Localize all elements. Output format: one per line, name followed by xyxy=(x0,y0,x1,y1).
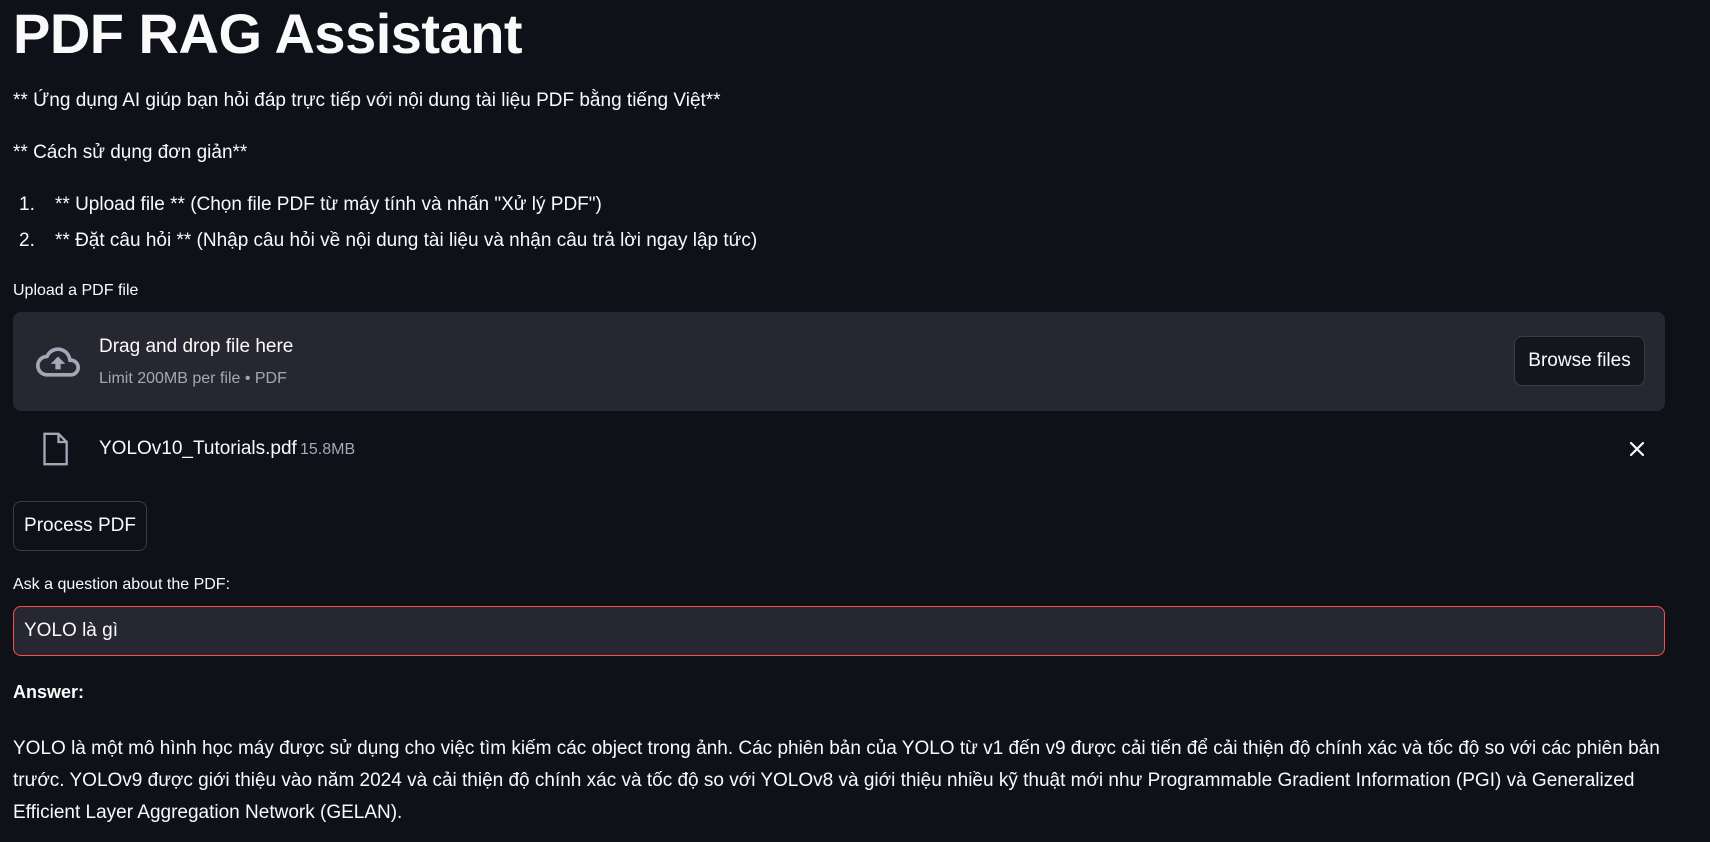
file-icon xyxy=(43,432,68,466)
list-item-text: ** Upload file ** (Chọn file PDF từ máy … xyxy=(55,194,602,215)
list-item: 2. ** Đặt câu hỏi ** (Nhập câu hỏi về nộ… xyxy=(13,229,757,265)
uploaded-file-size: 15.8MB xyxy=(300,441,356,458)
list-item: 1. ** Upload file ** (Chọn file PDF từ m… xyxy=(13,193,757,229)
process-pdf-button[interactable]: Process PDF xyxy=(13,501,147,551)
intro-description: ** Ứng dụng AI giúp bạn hỏi đáp trực tiế… xyxy=(13,90,721,111)
uploaded-file-name: YOLOv10_Tutorials.pdf xyxy=(99,438,297,459)
list-item-number: 2. xyxy=(19,230,35,251)
dropzone-limit-text: Limit 200MB per file • PDF xyxy=(99,370,287,387)
main-container: PDF RAG Assistant ** Ứng dụng AI giúp bạ… xyxy=(0,0,1691,823)
cloud-upload-icon xyxy=(36,347,80,377)
list-item-number: 1. xyxy=(19,194,35,215)
answer-heading: Answer: xyxy=(13,682,85,702)
file-dropzone[interactable]: Drag and drop file here Limit 200MB per … xyxy=(13,312,1665,411)
instructions-list: 1. ** Upload file ** (Chọn file PDF từ m… xyxy=(13,193,757,265)
list-item-text: ** Đặt câu hỏi ** (Nhập câu hỏi về nội d… xyxy=(55,230,758,251)
page-title: PDF RAG Assistant xyxy=(13,2,523,65)
close-icon[interactable] xyxy=(1627,439,1647,459)
answer-text: YOLO là một mô hình học máy được sử dụng… xyxy=(13,738,1660,823)
uploaded-file-row: YOLOv10_Tutorials.pdf 15.8MB xyxy=(13,430,1665,470)
upload-label: Upload a PDF file xyxy=(13,282,139,299)
question-label: Ask a question about the PDF: xyxy=(13,576,231,593)
browse-files-button[interactable]: Browse files xyxy=(1514,336,1645,386)
intro-howto-heading: ** Cách sử dụng đơn giản** xyxy=(13,142,248,163)
dropzone-title: Drag and drop file here xyxy=(99,336,294,357)
question-input[interactable] xyxy=(13,606,1665,656)
